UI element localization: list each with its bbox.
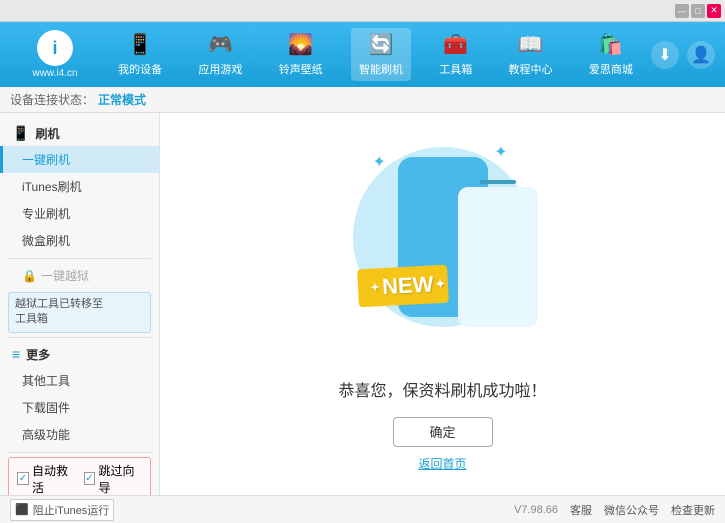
- sidebar-other-tools[interactable]: 其他工具: [0, 367, 159, 394]
- logo: i www.i4.cn: [10, 30, 100, 79]
- more-section-label: 更多: [26, 346, 50, 363]
- nav-mall[interactable]: 🛍️ 爱思商城: [581, 28, 641, 81]
- sidebar-download-firmware[interactable]: 下载固件: [0, 394, 159, 421]
- nav-smart-flash[interactable]: 🔄 智能刷机: [351, 28, 411, 81]
- version-label: V7.98.66: [514, 504, 558, 516]
- nav-my-device[interactable]: 📱 我的设备: [110, 28, 170, 81]
- nav-toolbox-label: 工具箱: [439, 61, 472, 77]
- sidebar-more-header[interactable]: ≡ 更多: [0, 342, 159, 367]
- phone-speaker: [480, 180, 516, 184]
- confirm-button[interactable]: 确定: [393, 417, 493, 447]
- status-label: 设备连接状态：: [10, 91, 94, 108]
- auto-rescue-label: 自动救活: [32, 462, 76, 495]
- nav-apps-label: 应用游戏: [198, 61, 242, 77]
- customer-service-link[interactable]: 客服: [570, 502, 592, 518]
- auto-rescue-check-icon: ✓: [17, 472, 29, 485]
- new-banner: ✦ NEW ✦: [357, 264, 449, 307]
- account-button[interactable]: 👤: [687, 41, 715, 69]
- phone-screen: [458, 187, 538, 327]
- content-area: ✦ ✦ ✦ ✦ NEW ✦ 恭喜您，保资料刷机成功啦！ 确定 返回首页: [160, 113, 725, 495]
- success-message: 恭喜您，保资料刷机成功啦！: [338, 377, 546, 401]
- download-button[interactable]: ⬇: [651, 41, 679, 69]
- sidebar-divider-3: [8, 452, 151, 453]
- nav-wallpaper-label: 铃声壁纸: [279, 61, 323, 77]
- nav-mall-label: 爱思商城: [589, 61, 633, 77]
- sidebar-divider-2: [8, 337, 151, 338]
- close-button[interactable]: ✕: [707, 4, 721, 18]
- sparkle-icon-2: ✦: [494, 142, 507, 162]
- lock-icon: 🔒: [22, 269, 37, 283]
- nav-items: 📱 我的设备 🎮 应用游戏 🌄 铃声壁纸 🔄 智能刷机 🧰 工具箱 📖 教程中心…: [100, 28, 651, 81]
- jailbreak-info-box: 越狱工具已转移至工具箱: [8, 292, 151, 333]
- window-controls: — □ ✕: [675, 4, 721, 18]
- bottom-bar: ⬛ 阻止iTunes运行 V7.98.66 客服 微信公众号 检查更新: [0, 495, 725, 523]
- bottom-left: ⬛ 阻止iTunes运行: [10, 499, 514, 521]
- skip-wizard-label: 跳过向导: [98, 462, 142, 495]
- go-back-link[interactable]: 返回首页: [418, 455, 466, 472]
- nav-wallpaper[interactable]: 🌄 铃声壁纸: [271, 28, 331, 81]
- new-text: NEW: [381, 271, 434, 300]
- phone-illustration: ✦ ✦ ✦ ✦ NEW ✦: [343, 137, 543, 357]
- logo-text: www.i4.cn: [32, 68, 77, 79]
- check-update-link[interactable]: 检查更新: [671, 502, 715, 518]
- nav-my-device-label: 我的设备: [118, 61, 162, 77]
- wechat-public-link[interactable]: 微信公众号: [604, 502, 659, 518]
- logo-symbol: i: [52, 38, 57, 59]
- more-section-icon: ≡: [12, 346, 20, 362]
- sidebar-pro-flash[interactable]: 专业刷机: [0, 200, 159, 227]
- sidebar-jailbreak-header: 🔒 一键越狱: [0, 263, 159, 288]
- sparkle-icon-1: ✦: [373, 152, 386, 172]
- toolbox-icon: 🧰: [443, 32, 468, 57]
- sidebar-one-click-flash[interactable]: 一键刷机: [0, 146, 159, 173]
- nav-smart-flash-label: 智能刷机: [359, 61, 403, 77]
- nav-tutorials[interactable]: 📖 教程中心: [501, 28, 561, 81]
- logo-circle: i: [37, 30, 73, 66]
- itunes-stop-icon: ⬛: [15, 503, 29, 516]
- nav-toolbox[interactable]: 🧰 工具箱: [431, 28, 480, 81]
- new-badge: ✦ NEW ✦: [358, 267, 448, 317]
- status-bar: 设备连接状态： 正常模式: [0, 87, 725, 113]
- nav-bar: i www.i4.cn 📱 我的设备 🎮 应用游戏 🌄 铃声壁纸 🔄 智能刷机 …: [0, 22, 725, 87]
- sidebar-advanced[interactable]: 高级功能: [0, 421, 159, 448]
- auto-rescue-checkbox[interactable]: ✓ 自动救活: [17, 462, 76, 495]
- new-star-left: ✦: [369, 280, 380, 295]
- title-bar: — □ ✕: [0, 0, 725, 22]
- bottom-right: V7.98.66 客服 微信公众号 检查更新: [514, 502, 715, 518]
- sidebar-dual-flash[interactable]: 微盒刷机: [0, 227, 159, 254]
- mall-icon: 🛍️: [598, 32, 623, 57]
- minimize-button[interactable]: —: [675, 4, 689, 18]
- maximize-button[interactable]: □: [691, 4, 705, 18]
- skip-wizard-check-icon: ✓: [84, 472, 96, 485]
- jailbreak-label: 一键越狱: [41, 267, 89, 284]
- skip-wizard-checkbox[interactable]: ✓ 跳过向导: [84, 462, 143, 495]
- sidebar: 📱 刷机 一键刷机 iTunes刷机 专业刷机 微盒刷机 🔒 一键越狱 越狱工具…: [0, 113, 160, 495]
- smart-flash-icon: 🔄: [369, 32, 394, 57]
- apps-icon: 🎮: [208, 32, 233, 57]
- itunes-stop-button[interactable]: ⬛ 阻止iTunes运行: [10, 499, 114, 521]
- flash-section-icon: 📱: [12, 125, 29, 142]
- sidebar-flash-header[interactable]: 📱 刷机: [0, 121, 159, 146]
- itunes-stop-label: 阻止iTunes运行: [33, 502, 110, 518]
- status-value: 正常模式: [98, 91, 146, 108]
- main-layout: 📱 刷机 一键刷机 iTunes刷机 专业刷机 微盒刷机 🔒 一键越狱 越狱工具…: [0, 113, 725, 495]
- flash-section-label: 刷机: [35, 125, 59, 142]
- tutorials-icon: 📖: [518, 32, 543, 57]
- new-star-right: ✦: [434, 276, 445, 291]
- wallpaper-icon: 🌄: [288, 32, 313, 57]
- sidebar-checkboxes: ✓ 自动救活 ✓ 跳过向导: [8, 457, 151, 495]
- sidebar-itunes-flash[interactable]: iTunes刷机: [0, 173, 159, 200]
- nav-apps[interactable]: 🎮 应用游戏: [190, 28, 250, 81]
- sidebar-divider-1: [8, 258, 151, 259]
- nav-right: ⬇ 👤: [651, 41, 715, 69]
- nav-tutorials-label: 教程中心: [509, 61, 553, 77]
- my-device-icon: 📱: [128, 32, 153, 57]
